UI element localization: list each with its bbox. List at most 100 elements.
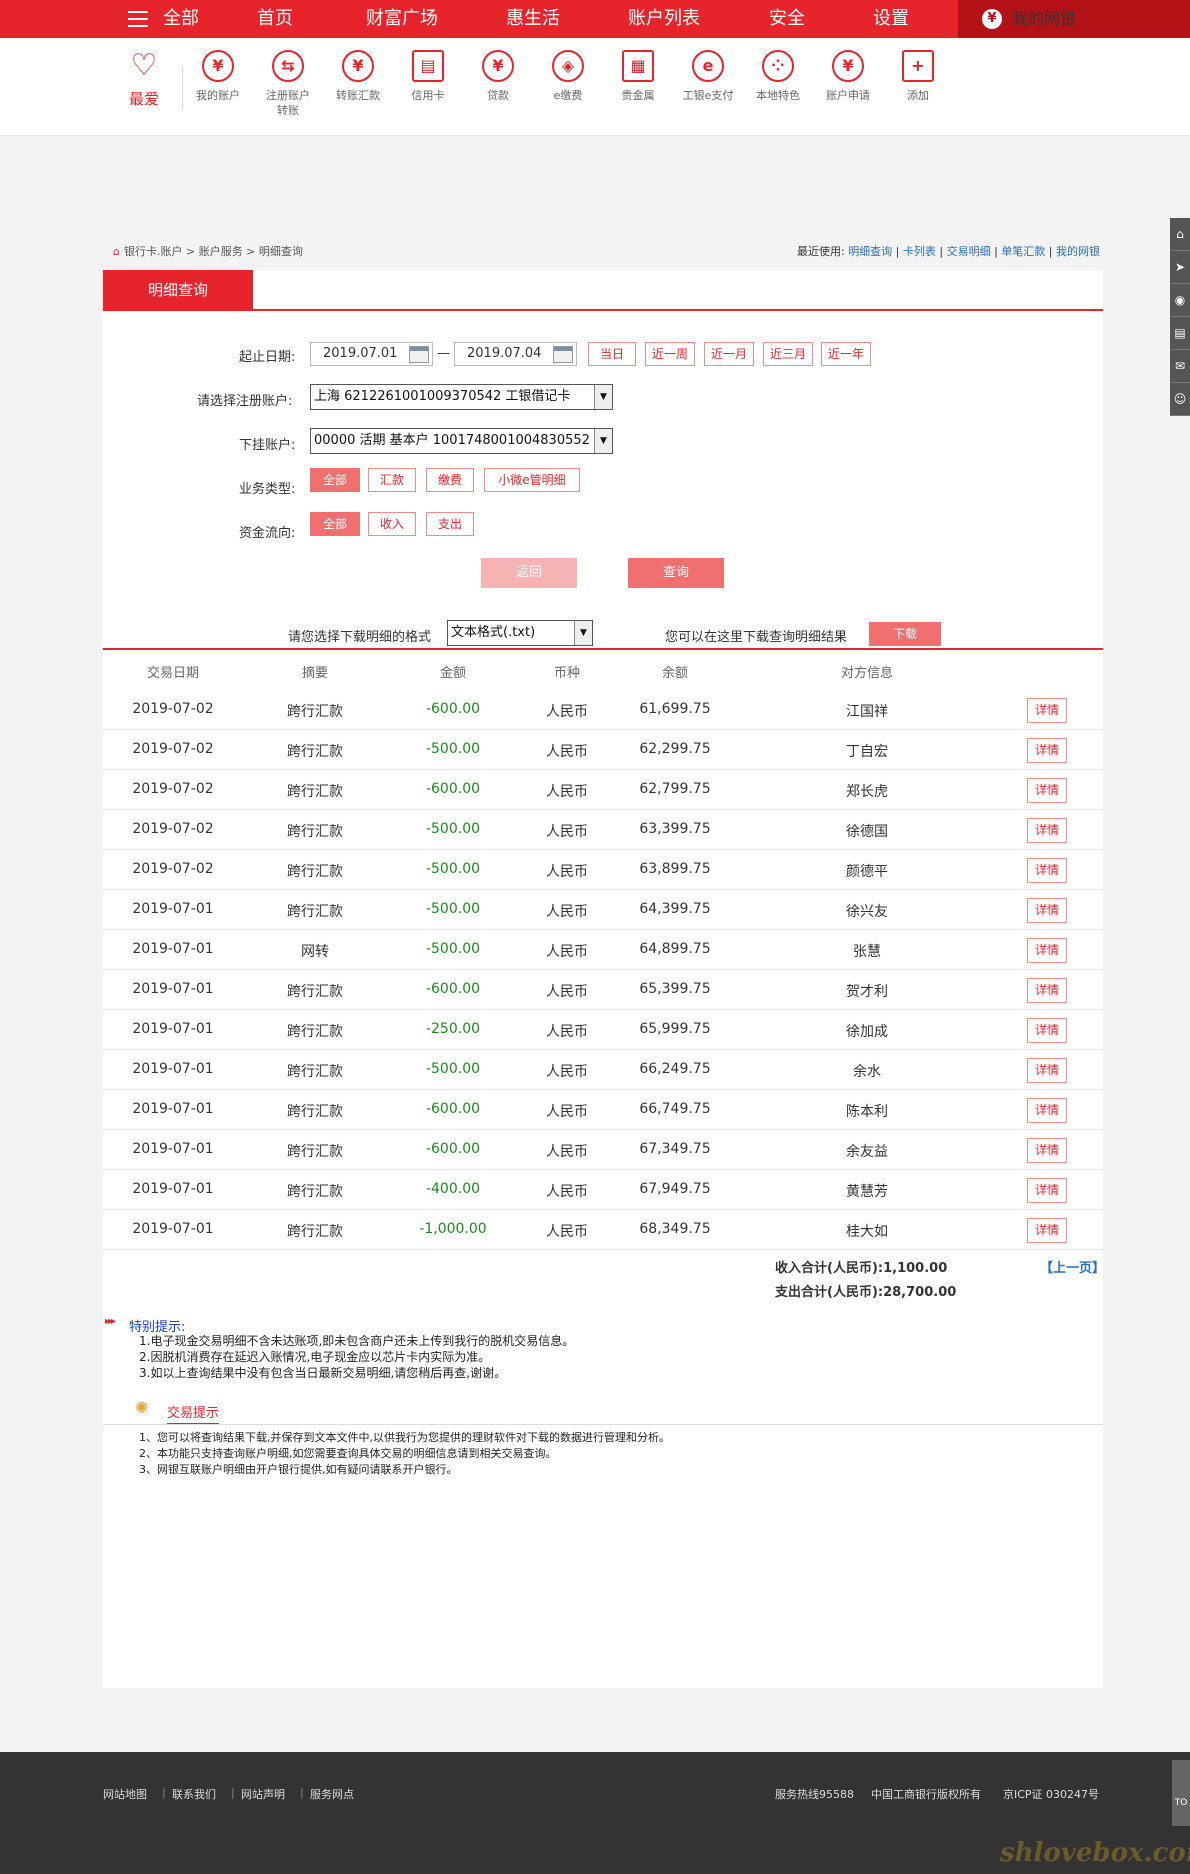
nav-all[interactable]: 全部 [163, 0, 199, 38]
cell-party: 余友益 [846, 1144, 888, 1160]
download-format-value: 文本格式(.txt) [451, 625, 536, 640]
cell-amount: -600.00 [425, 1101, 481, 1117]
plus-icon: + [902, 50, 934, 82]
quick-my-account[interactable]: ¥ 我的账户 [186, 50, 250, 103]
cell-amount: -500.00 [425, 741, 481, 757]
flow-all[interactable]: 全部 [310, 512, 360, 536]
tab-bar: 明细查询 [103, 270, 1103, 311]
biz-type-fee[interactable]: 缴费 [426, 468, 474, 492]
home-icon[interactable]: ⌂ [113, 245, 120, 258]
quick-apply[interactable]: ¥ 账户申请 [816, 50, 880, 103]
nav-security[interactable]: 安全 [769, 0, 805, 38]
detail-button[interactable]: 详情 [1027, 1098, 1067, 1123]
detail-button[interactable]: 详情 [1027, 978, 1067, 1003]
quick-date-month[interactable]: 近一月 [704, 342, 754, 366]
my-ebank-button[interactable]: ¥ 我的网银 [958, 0, 1190, 38]
start-date-input[interactable]: 2019.07.01 [310, 342, 433, 366]
quick-date-today[interactable]: 当日 [588, 342, 636, 366]
back-button[interactable]: 返回 [481, 558, 577, 588]
recent-link[interactable]: 单笔汇款 [1001, 245, 1045, 258]
nav-settings[interactable]: 设置 [873, 0, 909, 38]
quick-remittance[interactable]: ¥ 转账汇款 [326, 50, 390, 103]
nav-wealth[interactable]: 财富广场 [366, 0, 438, 38]
local-icon: ⁘ [762, 50, 794, 82]
quick-date-year[interactable]: 近一年 [821, 342, 871, 366]
cell-amount: -500.00 [425, 1061, 481, 1077]
end-date-input[interactable]: 2019.07.04 [454, 342, 577, 366]
quick-epay[interactable]: e 工银e支付 [676, 50, 740, 103]
chat-icon[interactable]: ☺ [1170, 383, 1190, 416]
quick-credit-card[interactable]: ▤ 信用卡 [396, 50, 460, 103]
notice-line: 3.如以上查询结果中没有包含当日最新交易明细,请您稍后再查,谢谢。 [139, 1366, 507, 1380]
nav-life[interactable]: 惠生活 [506, 0, 560, 38]
clipboard-icon[interactable]: ▤ [1170, 317, 1190, 350]
recent-link[interactable]: 明细查询 [848, 245, 892, 258]
table-row: 2019-07-01 跨行汇款 -600.00 人民币 67,349.75 余友益 详情 [103, 1130, 1103, 1170]
gift-icon[interactable]: ⌂ [1170, 218, 1190, 251]
detail-button[interactable]: 详情 [1027, 698, 1067, 723]
quick-date-week[interactable]: 近一周 [645, 342, 695, 366]
cell-party: 丁自宏 [846, 744, 888, 760]
footer-link-contact[interactable]: 联系我们 [172, 1786, 216, 1802]
detail-button[interactable]: 详情 [1027, 898, 1067, 923]
recent-link[interactable]: 交易明细 [947, 245, 991, 258]
quick-local[interactable]: ⁘ 本地特色 [746, 50, 810, 103]
sub-account-select[interactable]: 00000 活期 基本户 1001748001004830552 ▼ [310, 428, 613, 454]
camera-icon[interactable]: ◉ [1170, 284, 1190, 317]
income-value: 1,100.00 [883, 1261, 948, 1276]
detail-button[interactable]: 详情 [1027, 1058, 1067, 1083]
detail-button[interactable]: 详情 [1027, 738, 1067, 763]
quick-date-3months[interactable]: 近三月 [763, 342, 813, 366]
send-icon[interactable]: ➤ [1170, 251, 1190, 284]
recent-link[interactable]: 我的网银 [1056, 245, 1100, 258]
detail-button[interactable]: 详情 [1027, 1178, 1067, 1203]
cell-summary: 跨行汇款 [287, 864, 343, 880]
cell-currency: 人民币 [546, 1024, 588, 1040]
flow-expense[interactable]: 支出 [426, 512, 474, 536]
quick-register-transfer[interactable]: ⇆ 注册账户转账 [256, 50, 320, 118]
nav-accounts[interactable]: 账户列表 [628, 0, 700, 38]
quick-gold[interactable]: ▦ 贵金属 [606, 50, 670, 103]
detail-button[interactable]: 详情 [1027, 1138, 1067, 1163]
biz-type-remit[interactable]: 汇款 [368, 468, 416, 492]
nav-home[interactable]: 首页 [257, 0, 293, 38]
recent-link[interactable]: 卡列表 [903, 245, 936, 258]
query-button[interactable]: 查询 [628, 558, 724, 588]
detail-button[interactable]: 详情 [1027, 938, 1067, 963]
detail-button[interactable]: 详情 [1027, 1218, 1067, 1243]
biz-type-all[interactable]: 全部 [310, 468, 360, 492]
menu-icon[interactable] [128, 11, 148, 27]
table-row: 2019-07-02 跨行汇款 -500.00 人民币 62,299.75 丁自宏 详情 [103, 730, 1103, 770]
detail-button[interactable]: 详情 [1027, 778, 1067, 803]
download-format-select[interactable]: 文本格式(.txt) ▼ [447, 620, 593, 646]
prev-page-link[interactable]: 【上一页】 [1040, 1257, 1105, 1276]
mail-icon[interactable]: ✉ [1170, 350, 1190, 383]
cell-currency: 人民币 [546, 744, 588, 760]
table-row: 2019-07-01 网转 -500.00 人民币 64,899.75 张慧 详情 [103, 930, 1103, 970]
biz-type-micro[interactable]: 小微e管明细 [484, 468, 580, 492]
account-select[interactable]: 上海 6212261001009370542 工银借记卡 ▼ [310, 384, 613, 410]
flow-income[interactable]: 收入 [368, 512, 416, 536]
cell-party: 张慧 [853, 944, 881, 960]
tab-detail-query[interactable]: 明细查询 [103, 270, 253, 310]
cell-summary: 跨行汇款 [287, 904, 343, 920]
cell-balance: 64,399.75 [639, 901, 711, 917]
calendar-icon[interactable] [553, 346, 573, 363]
detail-button[interactable]: 详情 [1027, 818, 1067, 843]
calendar-icon[interactable] [409, 346, 429, 363]
download-button[interactable]: 下载 [869, 622, 941, 646]
cell-amount: -500.00 [425, 821, 481, 837]
quick-epayment[interactable]: ◈ e缴费 [536, 50, 600, 103]
footer-link-sitemap[interactable]: 网站地图 [103, 1786, 147, 1802]
quick-loan[interactable]: ¥ 贷款 [466, 50, 530, 103]
detail-button[interactable]: 详情 [1027, 1018, 1067, 1043]
sub-account-label: 下挂账户: [239, 438, 296, 453]
detail-button[interactable]: 详情 [1027, 858, 1067, 883]
back-to-top-button[interactable]: TO [1172, 1760, 1190, 1826]
footer-link-statement[interactable]: 网站声明 [241, 1786, 285, 1802]
quick-add[interactable]: + 添加 [886, 50, 950, 103]
favorites[interactable]: ♡ 最爱 [122, 50, 166, 109]
col-amount: 金额 [439, 666, 466, 681]
cell-date: 2019-07-02 [132, 861, 214, 877]
footer-link-outlets[interactable]: 服务网点 [310, 1786, 354, 1802]
